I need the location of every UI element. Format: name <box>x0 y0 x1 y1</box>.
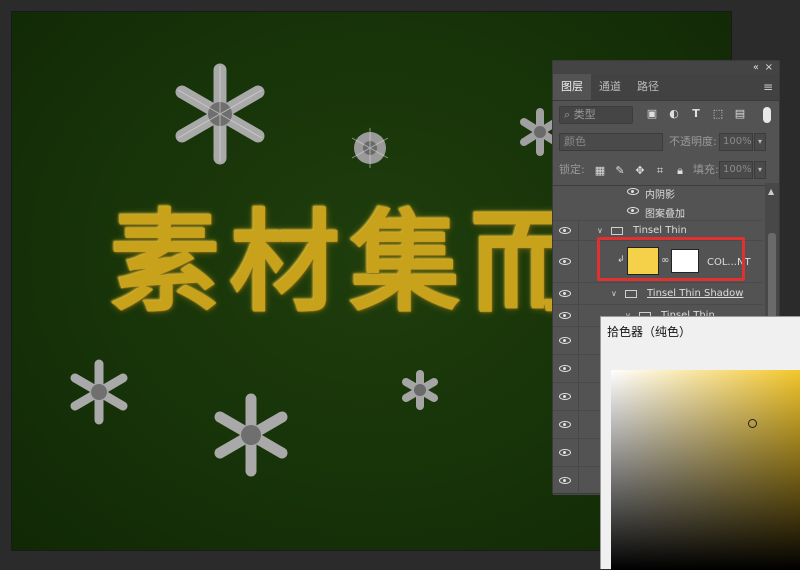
fill-label: 填充: <box>693 163 719 176</box>
chevron-down-icon[interactable]: ∨ <box>597 226 603 235</box>
effect-name: 内阴影 <box>645 190 675 201</box>
shape-filter-icon[interactable]: ⬚ <box>711 107 725 121</box>
visibility-eye-icon[interactable] <box>559 289 571 297</box>
visibility-eye-icon[interactable] <box>559 336 571 344</box>
lock-row: 锁定: ▦ ✎ ✥ ⌗ 🔒︎ 填充: 100% ▾ <box>553 157 779 185</box>
layer-group-row[interactable]: ∨ Tinsel Thin Shadow <box>553 283 763 305</box>
snowflake-bottom-center <box>214 393 288 477</box>
visibility-column[interactable] <box>553 467 579 494</box>
snowflake-bottom-small <box>402 370 438 410</box>
collapse-panel-icon[interactable]: « <box>753 61 759 74</box>
visibility-eye-icon[interactable] <box>559 364 571 372</box>
snowflake-large-top <box>175 63 265 165</box>
tab-channels[interactable]: 通道 <box>591 74 629 100</box>
visibility-eye-icon[interactable] <box>559 226 571 234</box>
adjustment-filter-icon[interactable]: ◐ <box>667 107 681 121</box>
visibility-column[interactable] <box>553 305 579 326</box>
search-icon: ⌕ <box>564 108 571 121</box>
layer-name: Tinsel Thin Shadow <box>647 288 744 299</box>
type-filter-icon[interactable]: T <box>689 107 703 121</box>
panel-title-bar: « × <box>553 61 779 74</box>
folder-icon <box>625 290 637 298</box>
visibility-eye-icon[interactable] <box>559 420 571 428</box>
tab-paths[interactable]: 路径 <box>629 74 667 100</box>
visibility-eye-icon[interactable] <box>559 448 571 456</box>
panel-menu-icon[interactable]: ≡ <box>763 80 773 94</box>
visibility-column[interactable] <box>553 439 579 466</box>
opacity-dropdown-icon[interactable]: ▾ <box>754 133 766 151</box>
close-panel-icon[interactable]: × <box>765 61 773 74</box>
snowflake-bottom-left <box>70 359 128 425</box>
visibility-eye-icon[interactable] <box>559 392 571 400</box>
layer-effect-row[interactable]: 内阴影 <box>553 183 763 201</box>
smart-object-filter-icon[interactable]: ▤ <box>733 107 747 121</box>
tab-layers[interactable]: 图层 <box>553 74 591 100</box>
visibility-eye-icon[interactable] <box>559 311 571 319</box>
color-picker-cursor[interactable] <box>748 419 757 428</box>
lock-transparent-pixels-icon[interactable]: ▦ <box>593 164 607 178</box>
visibility-column[interactable] <box>553 327 579 354</box>
scroll-up-icon[interactable]: ▲ <box>768 187 774 196</box>
chevron-down-icon[interactable]: ∨ <box>611 289 617 298</box>
effect-visibility-eye-icon[interactable] <box>627 188 639 195</box>
opacity-label: 不透明度: <box>669 135 717 148</box>
blend-mode-select[interactable]: 颜色 <box>559 133 663 151</box>
lock-position-icon[interactable]: ✥ <box>633 164 647 178</box>
fill-input[interactable]: 100% <box>719 161 753 179</box>
color-picker-title: 拾色器（纯色） <box>607 325 692 339</box>
layer-filter-value: 类型 <box>573 108 596 121</box>
folder-icon <box>611 227 623 235</box>
visibility-column[interactable] <box>553 411 579 438</box>
filter-toggle-switch[interactable] <box>763 107 771 123</box>
layer-name: Tinsel Thin <box>633 225 687 236</box>
image-filter-icon[interactable]: ▣ <box>645 107 659 121</box>
lock-artboard-icon[interactable]: ⌗ <box>653 164 667 178</box>
effect-visibility-eye-icon[interactable] <box>627 206 639 214</box>
fill-dropdown-icon[interactable]: ▾ <box>754 161 766 179</box>
blend-row: 颜色 不透明度: 100% ▾ <box>553 129 779 157</box>
glitter-headline-text: 素材集而 <box>110 199 590 327</box>
snowflake-small-top <box>351 128 389 168</box>
visibility-column[interactable] <box>553 283 579 304</box>
visibility-eye-icon[interactable] <box>559 476 571 484</box>
visibility-eye-icon[interactable] <box>559 257 571 265</box>
visibility-column[interactable] <box>553 355 579 382</box>
lock-label: 锁定: <box>559 163 585 176</box>
layer-effect-row[interactable]: 图案叠加 <box>553 201 763 221</box>
visibility-column[interactable] <box>553 383 579 410</box>
selected-layer-highlight <box>597 237 745 281</box>
visibility-column[interactable] <box>553 221 579 240</box>
opacity-input[interactable]: 100% <box>719 133 753 151</box>
layer-filter-select[interactable]: ⌕ 类型 <box>559 106 633 124</box>
visibility-column[interactable] <box>553 241 579 282</box>
panel-tabs: 图层 通道 路径 ≡ <box>553 74 779 101</box>
saturation-brightness-field[interactable] <box>611 370 800 570</box>
effect-name: 图案叠加 <box>645 209 685 220</box>
layer-filter-row: ⌕ 类型 ▣ ◐ T ⬚ ▤ <box>553 101 779 129</box>
lock-all-icon[interactable]: 🔒︎ <box>673 164 687 178</box>
color-picker-dialog: 拾色器（纯色） <box>600 316 800 570</box>
lock-image-pixels-icon[interactable]: ✎ <box>613 164 627 178</box>
